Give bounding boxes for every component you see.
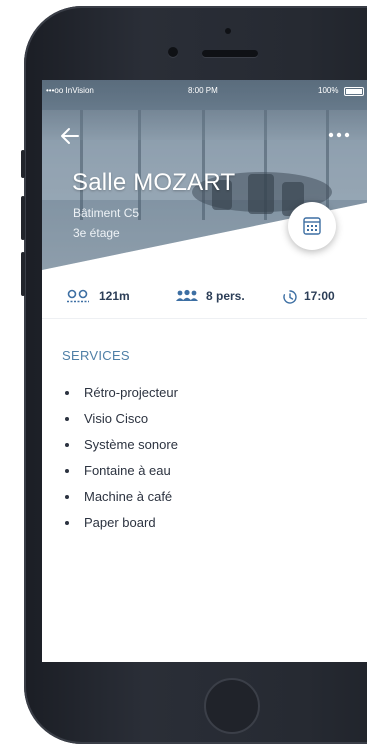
- screen: •••oo InVision 8:00 PM 100% Salle MOZART…: [42, 80, 367, 662]
- service-item: Paper board: [62, 510, 178, 536]
- stage: •••oo InVision 8:00 PM 100% Salle MOZART…: [0, 0, 367, 748]
- carrier-label: •••oo InVision: [46, 86, 94, 95]
- arrow-left-icon[interactable]: [58, 124, 82, 148]
- home-button[interactable]: [204, 678, 260, 734]
- room-building: Bâtiment C5: [73, 206, 140, 220]
- proximity-sensor: [225, 28, 231, 34]
- status-bar: •••oo InVision 8:00 PM 100%: [42, 84, 367, 98]
- location-pin-icon: [67, 289, 89, 303]
- front-camera: [168, 47, 178, 57]
- people-icon: [176, 289, 198, 301]
- service-item: Système sonore: [62, 432, 178, 458]
- earpiece-speaker: [202, 50, 258, 57]
- room-name: Salle MOZART: [72, 169, 236, 196]
- volume-up-button: [21, 196, 25, 240]
- battery-icon: [344, 87, 364, 96]
- time-value: 17:00: [304, 289, 335, 303]
- volume-down-button: [21, 252, 25, 296]
- capacity-value: 8 pers.: [206, 289, 245, 303]
- room-info-row: 121m 8 pers. 17:00: [42, 276, 367, 319]
- distance-value: 121m: [99, 289, 130, 303]
- service-item: Rétro-projecteur: [62, 380, 178, 406]
- service-item: Visio Cisco: [62, 406, 178, 432]
- more-dots-icon[interactable]: [326, 128, 356, 142]
- mute-switch: [21, 150, 25, 178]
- service-item: Fontaine à eau: [62, 458, 178, 484]
- service-item: Machine à café: [62, 484, 178, 510]
- clock-label: 8:00 PM: [188, 86, 218, 95]
- battery-percent: 100%: [318, 86, 339, 95]
- services-heading: SERVICES: [62, 348, 130, 363]
- services-list: Rétro-projecteur Visio Cisco Système son…: [62, 380, 178, 536]
- calendar-button[interactable]: [288, 202, 336, 250]
- clock-icon: [283, 290, 297, 304]
- calendar-icon: [303, 217, 321, 235]
- room-floor: 3e étage: [73, 226, 120, 240]
